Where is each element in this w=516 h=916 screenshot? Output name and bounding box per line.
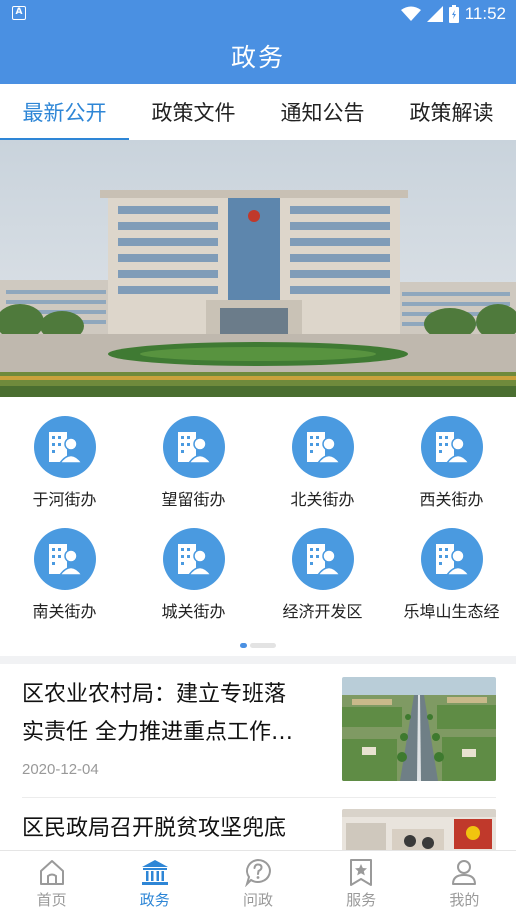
bottom-navigation: 首页 政务 问政 服务 我的 — [0, 850, 516, 916]
star-bookmark-icon — [350, 859, 373, 886]
nav-label: 我的 — [449, 891, 480, 909]
district-item[interactable]: 于河街办 — [0, 400, 129, 510]
district-label: 北关街办 — [290, 490, 355, 509]
district-label: 城关街办 — [161, 602, 226, 621]
news-title: 区农业农村局：建立专班落 实责任 全力推进重点工作… — [22, 682, 293, 745]
signal-icon — [426, 6, 443, 22]
tab-policy-docs[interactable]: 政策文件 — [129, 84, 258, 140]
page-dot-active — [240, 643, 247, 648]
page-indicator — [240, 643, 276, 648]
nav-home[interactable]: 首页 — [0, 851, 103, 916]
nav-profile[interactable]: 我的 — [413, 851, 516, 916]
district-label: 经济开发区 — [282, 602, 363, 621]
district-item[interactable]: 乐埠山生态经 — [387, 512, 516, 622]
tab-policy-interpretation[interactable]: 政策解读 — [387, 84, 516, 140]
status-bar-right: 11:52 — [400, 3, 506, 25]
news-item[interactable]: 区农业农村局：建立专班落 实责任 全力推进重点工作… 2020-12-04 — [0, 664, 516, 798]
office-person-icon — [162, 528, 225, 590]
tab-latest[interactable]: 最新公开 — [0, 84, 129, 140]
user-icon — [452, 860, 477, 885]
section-divider — [0, 656, 516, 664]
district-item[interactable]: 北关街办 — [258, 400, 387, 510]
nav-government[interactable]: 政务 — [103, 851, 206, 916]
district-item[interactable]: 西关街办 — [387, 400, 516, 510]
district-grid: 于河街办 望留街办 北关街办 西关街办 南关街办 城关街办 经济开发区 乐埠山生… — [0, 400, 516, 625]
office-person-icon — [291, 416, 354, 478]
wifi-icon — [400, 6, 421, 21]
district-item[interactable]: 南关街办 — [0, 512, 129, 622]
office-person-icon — [33, 416, 96, 478]
office-person-icon — [162, 416, 225, 478]
nav-label: 服务 — [346, 891, 377, 909]
nav-label: 政务 — [139, 891, 170, 909]
news-date: 2020-12-04 — [22, 761, 99, 778]
district-item[interactable]: 经济开发区 — [258, 512, 387, 622]
category-tabs: 最新公开 政策文件 通知公告 政策解读 — [0, 84, 516, 140]
home-icon — [39, 860, 64, 885]
tab-notices[interactable]: 通知公告 — [258, 84, 387, 140]
app-header: 政务 — [0, 28, 516, 84]
banner-image[interactable] — [0, 140, 516, 397]
district-label: 南关街办 — [32, 602, 97, 621]
news-item[interactable]: 区民政局召开脱贫攻坚兜底 — [0, 798, 516, 850]
district-label: 于河街办 — [32, 490, 97, 509]
office-person-icon — [420, 528, 483, 590]
office-person-icon — [291, 528, 354, 590]
government-building-icon — [141, 860, 168, 885]
office-person-icon — [420, 416, 483, 478]
nav-label: 首页 — [36, 891, 67, 909]
district-label: 西关街办 — [419, 490, 484, 509]
page-dot — [250, 643, 276, 648]
nav-services[interactable]: 服务 — [310, 851, 413, 916]
clock: 11:52 — [464, 4, 506, 23]
district-item[interactable]: 城关街办 — [129, 512, 258, 622]
battery-icon — [448, 5, 459, 23]
nav-inquiry[interactable]: 问政 — [206, 851, 309, 916]
status-bar: A 11:52 — [0, 0, 516, 28]
news-title: 区民政局召开脱贫攻坚兜底 — [22, 816, 287, 841]
news-thumbnail — [342, 809, 496, 850]
district-label: 望留街办 — [161, 490, 226, 509]
district-label: 乐埠山生态经 — [403, 602, 500, 621]
news-thumbnail — [342, 677, 496, 781]
question-bubble-icon — [245, 858, 271, 887]
nav-label: 问政 — [242, 891, 273, 909]
office-person-icon — [33, 528, 96, 590]
page-title: 政务 — [230, 43, 285, 72]
notification-icon: A — [12, 6, 26, 20]
district-item[interactable]: 望留街办 — [129, 400, 258, 510]
